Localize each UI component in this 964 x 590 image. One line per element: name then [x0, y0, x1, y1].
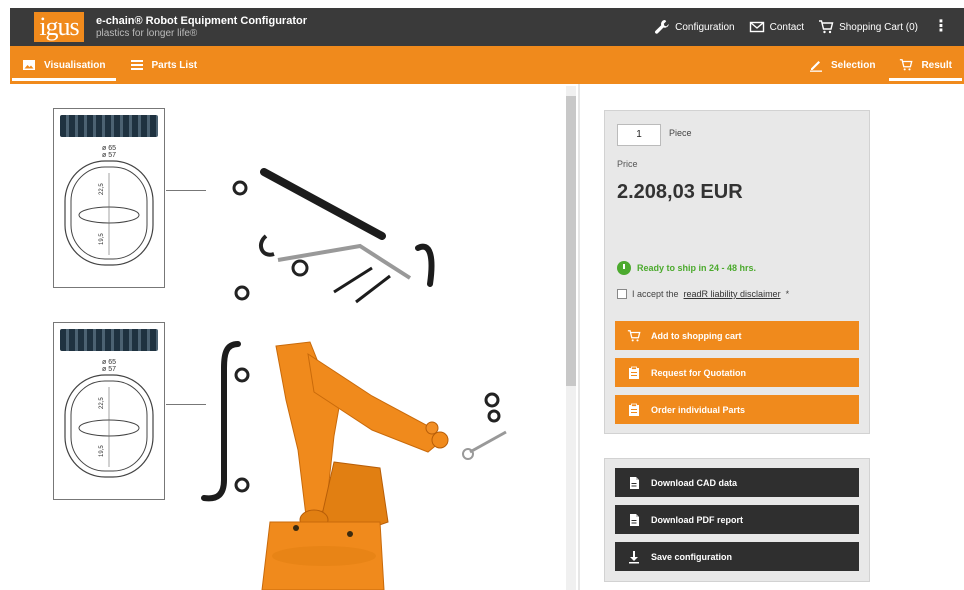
tab-result-label: Result [921, 59, 952, 71]
document-icon [630, 476, 639, 489]
clamp-ring-part [484, 392, 500, 408]
add-to-cart-button[interactable]: Add to shopping cart [615, 321, 859, 350]
contact-label: Contact [769, 21, 805, 33]
quantity-unit-label: Piece [669, 128, 692, 138]
tab-result[interactable]: Result [887, 46, 964, 84]
clock-icon [617, 261, 631, 275]
list-icon [130, 60, 143, 70]
dimension-v2: 19,5 [99, 233, 105, 245]
cross-section-drawing: 22,5 19,5 [64, 374, 154, 478]
fixture-bar-part [355, 274, 391, 304]
clamp-ring-part [234, 367, 250, 383]
download-pdf-button[interactable]: Download PDF report [615, 505, 859, 534]
mounting-bracket-part [258, 234, 275, 257]
order-parts-label: Order individual Parts [651, 404, 746, 415]
tab-parts-list-label: Parts List [151, 59, 198, 71]
envelope-icon [749, 21, 764, 33]
document-icon [630, 513, 639, 526]
dimension-inner: ø 57 [101, 152, 116, 159]
downloads-card: Download CAD data Download PDF report Sa… [604, 458, 870, 582]
price-value: 2.208,03 EUR [617, 181, 743, 203]
clamp-ring-part [291, 259, 309, 277]
download-pdf-label: Download PDF report [651, 514, 743, 525]
hose-bend-part [415, 243, 435, 287]
tab-visualisation-label: Visualisation [44, 59, 106, 71]
image-icon [23, 60, 35, 70]
clamp-ring-part [487, 409, 501, 423]
top-bar: igus e-chain® Robot Equipment Configurat… [10, 8, 964, 46]
tab-visualisation[interactable]: Visualisation [10, 46, 118, 84]
cross-section-drawing: 22,5 19,5 [64, 160, 154, 266]
clamp-ring-part [234, 477, 250, 493]
clamp-ring-part [232, 180, 248, 196]
order-parts-button[interactable]: Order individual Parts [615, 395, 859, 424]
app-title: e-chain® Robot Equipment Configurator [96, 14, 307, 27]
disclaimer-prefix: I accept the [632, 289, 679, 299]
dimension-outer: ø 65 [101, 359, 116, 366]
clipboard-icon [629, 403, 639, 416]
dimension-inner: ø 57 [101, 366, 116, 373]
shopping-cart-link[interactable]: Shopping Cart (0) [818, 19, 918, 35]
add-to-cart-label: Add to shopping cart [651, 330, 742, 341]
tab-parts-list[interactable]: Parts List [118, 46, 210, 84]
dimension-v1: 22,5 [99, 183, 105, 195]
tab-selection[interactable]: Selection [797, 46, 887, 84]
download-cad-button[interactable]: Download CAD data [615, 468, 859, 497]
chain-strip-image [60, 115, 158, 137]
end-rod-part [469, 430, 507, 454]
price-label: Price [617, 159, 638, 169]
clamp-ring-part [234, 285, 250, 301]
download-icon [629, 550, 639, 563]
request-quotation-label: Request for Quotation [651, 367, 746, 378]
tab-selection-label: Selection [830, 59, 876, 71]
cart-icon [627, 329, 641, 341]
dimension-v1: 22,5 [99, 397, 105, 409]
robot-exploded-view[interactable] [200, 150, 530, 590]
shipping-status-text: Ready to ship in 24 - 48 hrs. [637, 263, 757, 273]
chain-strip-image [60, 329, 158, 351]
kebab-menu-icon[interactable]: ⋮ [932, 19, 950, 35]
pane-divider [578, 84, 580, 590]
dimension-outer: ø 65 [101, 145, 116, 152]
chain-cross-section: ø 65 ø 57 22,5 19,5 [53, 108, 165, 288]
required-marker: * [785, 289, 790, 299]
chain-guide-rod-part [260, 168, 386, 240]
chain-cross-section: ø 65 ø 57 22,5 19,5 [53, 322, 165, 500]
shipping-status: Ready to ship in 24 - 48 hrs. [617, 261, 756, 275]
top-nav: Configuration Contact Shopping Cart (0) … [654, 19, 950, 35]
disclaimer-row: I accept the readR liability disclaimer … [617, 289, 789, 299]
shopping-cart-label: Shopping Cart (0) [839, 21, 918, 33]
order-card: 1 Piece Price 2.208,03 EUR Ready to ship… [604, 110, 870, 434]
clipboard-icon [629, 366, 639, 379]
contact-link[interactable]: Contact [749, 19, 804, 35]
cart-icon [819, 20, 834, 34]
request-quotation-button[interactable]: Request for Quotation [615, 358, 859, 387]
quantity-input[interactable]: 1 [617, 124, 661, 146]
chain-hose-part [201, 341, 241, 502]
scrollbar-thumb[interactable] [566, 96, 576, 386]
disclaimer-link[interactable]: readR liability disclaimer [684, 289, 781, 299]
fixture-bar-part [333, 266, 373, 294]
pencil-icon [809, 61, 822, 72]
app-title-block: e-chain® Robot Equipment Configurator pl… [96, 15, 307, 39]
igus-logo[interactable]: igus [34, 12, 84, 42]
disclaimer-checkbox[interactable] [617, 289, 627, 299]
configuration-link[interactable]: Configuration [654, 19, 735, 35]
end-ring-part [462, 448, 474, 460]
download-cad-label: Download CAD data [651, 477, 738, 488]
save-configuration-label: Save configuration [651, 551, 733, 562]
tab-bar: Visualisation Parts List Selection Resul… [10, 46, 964, 84]
industrial-robot [261, 341, 449, 590]
cart-icon [900, 59, 913, 71]
save-configuration-button[interactable]: Save configuration [615, 542, 859, 571]
tab-bar-right: Selection Result [797, 46, 964, 84]
configuration-label: Configuration [675, 21, 735, 33]
dimension-v2: 19,5 [99, 445, 105, 457]
wrench-icon [655, 20, 669, 34]
app-subtitle: plastics for longer life® [96, 27, 198, 39]
